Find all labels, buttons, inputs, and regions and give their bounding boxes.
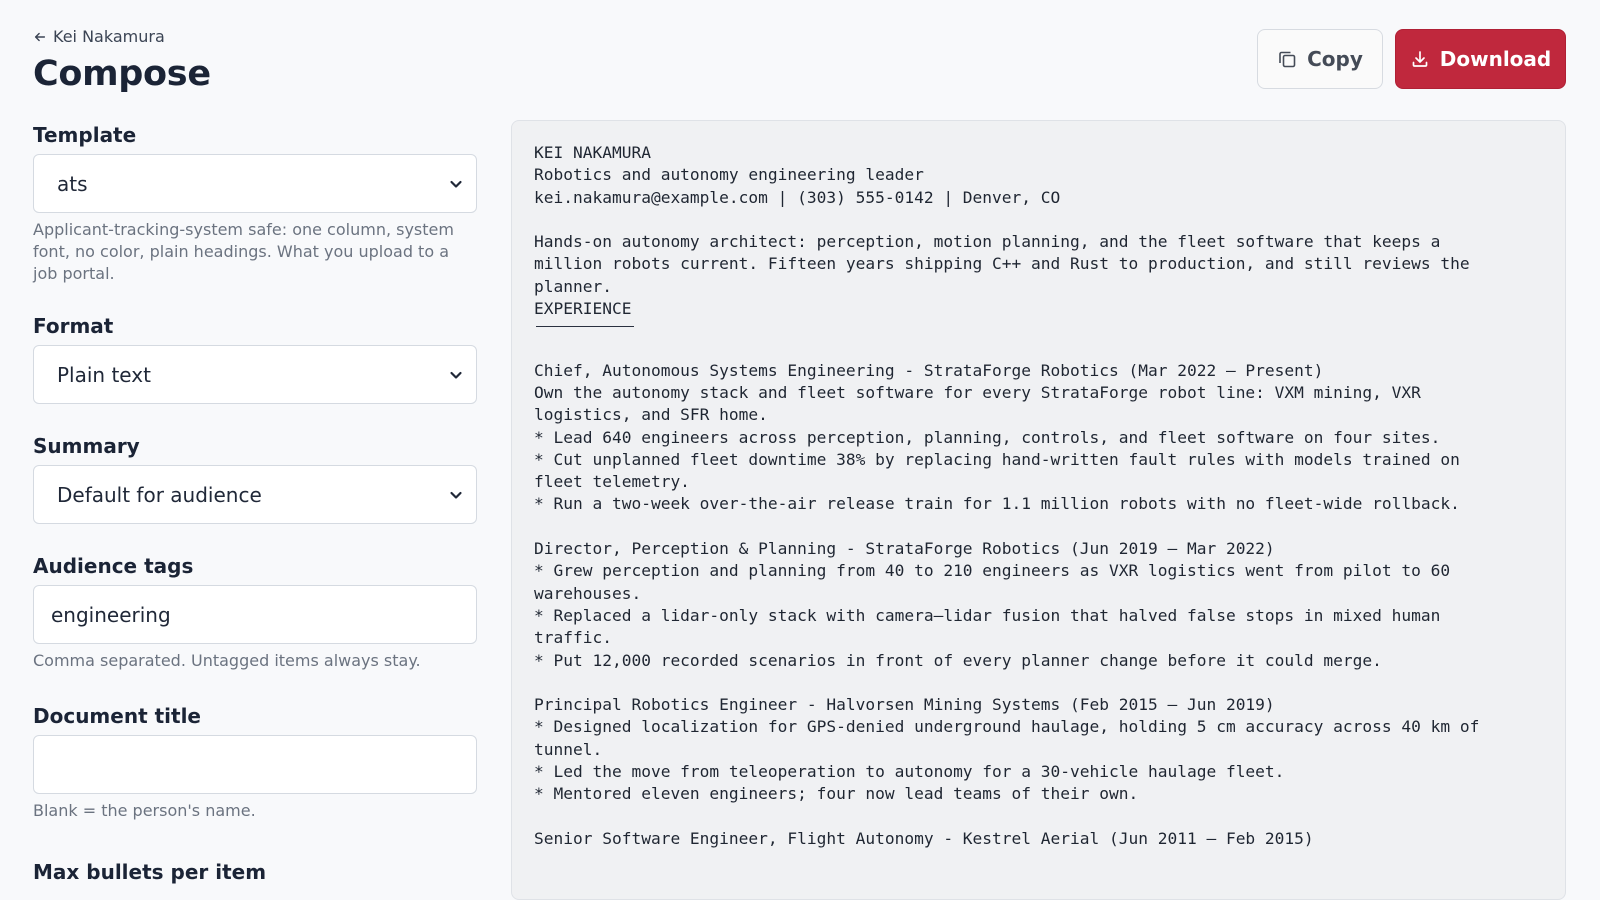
- copy-icon: [1279, 51, 1296, 68]
- arrow-left-icon: [34, 32, 46, 41]
- document-title-label: Document title: [33, 704, 201, 728]
- format-label: Format: [33, 314, 114, 338]
- summary-field: Summary Default for audience: [33, 434, 477, 524]
- back-link[interactable]: Kei Nakamura: [33, 27, 165, 46]
- page-title: Compose: [33, 54, 211, 94]
- audience-tags-field: Audience tags engineering Comma separate…: [33, 554, 477, 672]
- document-title-field: Document title Blank = the person's name…: [33, 704, 477, 822]
- copy-button-label: Copy: [1307, 47, 1363, 71]
- chevron-down-icon: [450, 180, 462, 188]
- chevron-down-icon: [450, 371, 462, 379]
- format-field: Format Plain text: [33, 314, 477, 404]
- preview-body-block: Chief, Autonomous Systems Engineering - …: [534, 360, 1480, 848]
- section-heading-rule: [536, 326, 634, 328]
- preview-section-heading: EXPERIENCE: [534, 299, 632, 319]
- audience-tags-value: engineering: [51, 602, 171, 627]
- download-button-label: Download: [1439, 47, 1552, 71]
- download-icon: [1412, 51, 1428, 67]
- audience-tags-label: Audience tags: [33, 554, 194, 578]
- audience-tags-help: Comma separated. Untagged items always s…: [33, 651, 421, 670]
- summary-select[interactable]: Default for audience: [33, 465, 477, 524]
- format-select-value: Plain text: [57, 362, 151, 387]
- template-help: Applicant-tracking-system safe: one colu…: [33, 220, 454, 283]
- summary-select-value: Default for audience: [57, 482, 262, 507]
- template-select[interactable]: ats: [33, 154, 477, 213]
- download-button[interactable]: Download: [1395, 29, 1566, 89]
- resume-preview: KEI NAKAMURA Robotics and autonomy engin…: [511, 120, 1566, 900]
- summary-label: Summary: [33, 434, 140, 458]
- template-field: Template ats Applicant-tracking-system s…: [33, 123, 477, 285]
- chevron-down-icon: [450, 491, 462, 499]
- preview-header-block: KEI NAKAMURA Robotics and autonomy engin…: [534, 143, 1470, 296]
- template-label: Template: [33, 123, 137, 147]
- copy-button[interactable]: Copy: [1257, 29, 1383, 89]
- back-link-label: Kei Nakamura: [53, 27, 165, 46]
- audience-tags-input[interactable]: engineering: [33, 585, 477, 644]
- format-select[interactable]: Plain text: [33, 345, 477, 404]
- max-bullets-label: Max bullets per item: [33, 860, 267, 884]
- document-title-help: Blank = the person's name.: [33, 801, 256, 820]
- template-select-value: ats: [57, 171, 88, 196]
- document-title-input[interactable]: [33, 735, 477, 794]
- max-bullets-field: Max bullets per item: [33, 860, 477, 884]
